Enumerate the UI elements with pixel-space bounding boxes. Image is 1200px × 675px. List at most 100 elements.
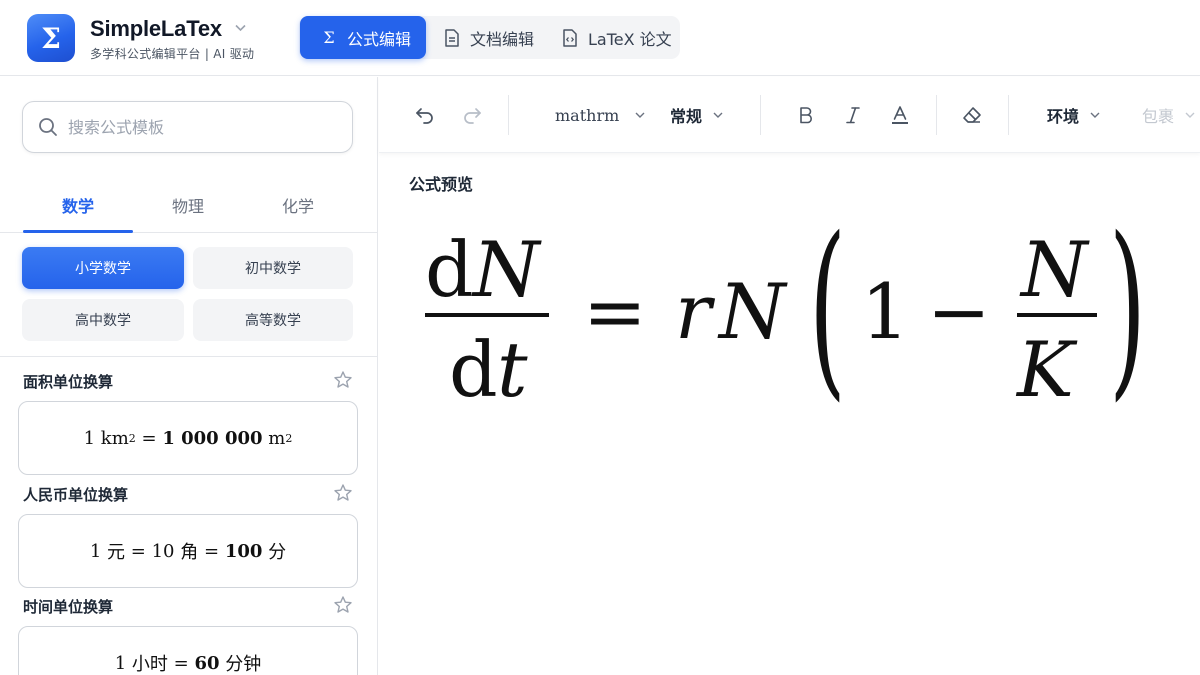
wrap-select[interactable]: 包裹 [1142, 101, 1195, 129]
formula-number: 1 [89, 540, 102, 562]
formula-number: 1 [83, 427, 96, 449]
formula-d-denominator: d [449, 325, 498, 414]
mode-tabs: Σ 公式编辑 文档编辑 LaTeX 论文 [299, 16, 680, 59]
redo-button[interactable] [460, 101, 484, 129]
tab-label: 文档编辑 [470, 29, 535, 49]
chevron-down-icon [635, 112, 645, 118]
brand-subtitle: 多学科公式编辑平台 | AI 驱动 [90, 47, 255, 61]
formula-right-paren: ) [1109, 200, 1146, 419]
level-grid: 小学数学 初中数学 高中数学 高等数学 [22, 247, 354, 343]
text-color-button[interactable] [888, 101, 912, 129]
italic-icon [846, 107, 860, 124]
wrap-select-value: 包裹 [1142, 107, 1175, 126]
search-icon [39, 118, 57, 136]
sidebar: 数学 物理 化学 小学数学 初中数学 高中数学 高等数学 面积单位换算 1 km… [0, 77, 378, 675]
search-box[interactable] [22, 101, 353, 153]
formula-unit: 分钟 [225, 654, 262, 675]
formula-frac-numerator: N [1019, 225, 1090, 314]
tab-physics[interactable]: 物理 [133, 177, 243, 233]
formula-unit: 元 [107, 542, 126, 563]
font-select-value: mathrm [555, 105, 620, 125]
redo-icon [464, 108, 481, 124]
star-icon[interactable] [333, 370, 353, 390]
preview-label: 公式预览 [409, 175, 474, 194]
formula-unit: 分 [268, 542, 287, 563]
clear-format-button[interactable] [960, 101, 984, 129]
style-select-value: 常规 [670, 107, 703, 126]
tab-label: 公式编辑 [347, 29, 412, 49]
formula-exponent: 2 [285, 431, 293, 445]
toolbar-divider [760, 95, 761, 135]
brand-name[interactable]: SimpleLaTex [90, 16, 222, 41]
template-title: 时间单位换算 [23, 598, 114, 616]
chevron-down-icon [1185, 112, 1195, 118]
bold-button[interactable] [794, 101, 818, 129]
undo-icon [416, 108, 433, 124]
formula-number: 10 [151, 540, 175, 562]
toolbar-divider [936, 95, 937, 135]
level-junior-math[interactable]: 初中数学 [193, 247, 353, 289]
template-list: 面积单位换算 1 km 2 = 1 000 000 m2 人民币单位换算 1 元 … [0, 356, 378, 675]
sigma-icon: Σ [323, 28, 335, 47]
formula-number: 1 [114, 652, 127, 674]
formula-equals: = [130, 540, 146, 562]
logo[interactable]: Σ [27, 14, 75, 62]
toolbar-divider [508, 95, 509, 135]
template-card[interactable]: 1 元 = 10 角 = 100 分 [18, 514, 358, 588]
italic-button[interactable] [841, 101, 865, 129]
code-file-icon [561, 28, 579, 47]
formula-unit: m [268, 427, 286, 449]
formula-var-r: r [675, 267, 716, 356]
tab-document-edit[interactable]: 文档编辑 [443, 16, 553, 59]
active-tab-indicator [23, 230, 133, 233]
tab-math[interactable]: 数学 [23, 177, 133, 233]
star-icon[interactable] [333, 483, 353, 503]
level-advanced-math[interactable]: 高等数学 [193, 299, 353, 341]
fraction-bar [1017, 313, 1097, 317]
formula-unit: 角 [180, 542, 199, 563]
search-input[interactable] [68, 117, 338, 137]
formula-number: 100 [224, 540, 263, 562]
star-icon[interactable] [333, 595, 353, 615]
sigma-logo-icon: Σ [41, 21, 61, 55]
template-title: 人民币单位换算 [23, 486, 129, 504]
style-select[interactable]: 常规 [670, 101, 723, 129]
font-select[interactable]: mathrm [555, 101, 645, 129]
subject-tabs: 数学 物理 化学 [0, 177, 378, 233]
formula-one: 1 [861, 267, 909, 356]
tab-chemistry[interactable]: 化学 [243, 177, 353, 233]
level-senior-math[interactable]: 高中数学 [22, 299, 184, 341]
app-header: Σ SimpleLaTex 多学科公式编辑平台 | AI 驱动 Σ 公式编辑 文… [0, 0, 1200, 76]
editor-toolbar: mathrm 常规 环境 包裹 [379, 77, 1200, 153]
text-color-icon [892, 106, 908, 124]
formula-preview[interactable]: d N d t = r N ( 1 − N K ) [379, 200, 1200, 430]
template-card[interactable]: 1 小时 = 60 分钟 [18, 626, 358, 675]
formula-unit: 小时 [131, 654, 168, 675]
level-primary-math[interactable]: 小学数学 [22, 247, 184, 289]
brand-block: SimpleLaTex 多学科公式编辑平台 | AI 驱动 [90, 16, 254, 62]
tab-latex-paper[interactable]: LaTeX 论文 [561, 16, 679, 59]
formula-equals: = [583, 267, 647, 356]
toolbar-divider [1008, 95, 1009, 135]
formula-equals: = [203, 540, 220, 562]
fraction-bar [425, 313, 549, 317]
formula-d-numerator: d [425, 225, 474, 314]
bold-icon [800, 107, 812, 124]
chevron-down-icon[interactable] [235, 21, 246, 35]
formula-number: 1 000 000 [162, 427, 263, 449]
formula-var-N: N [471, 225, 542, 314]
formula-equals: = [141, 427, 157, 449]
template-card[interactable]: 1 km 2 = 1 000 000 m2 [18, 401, 358, 475]
template-title: 面积单位换算 [23, 373, 114, 391]
formula-number: 60 [194, 652, 220, 674]
tab-formula-edit[interactable]: Σ 公式编辑 [300, 16, 426, 59]
formula-equals: = [173, 652, 189, 674]
formula-exponent: 2 [128, 431, 136, 445]
formula-left-paren: ( [809, 200, 846, 419]
formula-minus: − [927, 267, 991, 356]
environment-select[interactable]: 环境 [1047, 101, 1100, 129]
undo-button[interactable] [413, 101, 437, 129]
tab-label: LaTeX 论文 [588, 29, 672, 49]
formula-var-t: t [497, 325, 528, 414]
formula-frac-denominator: K [1015, 325, 1078, 414]
